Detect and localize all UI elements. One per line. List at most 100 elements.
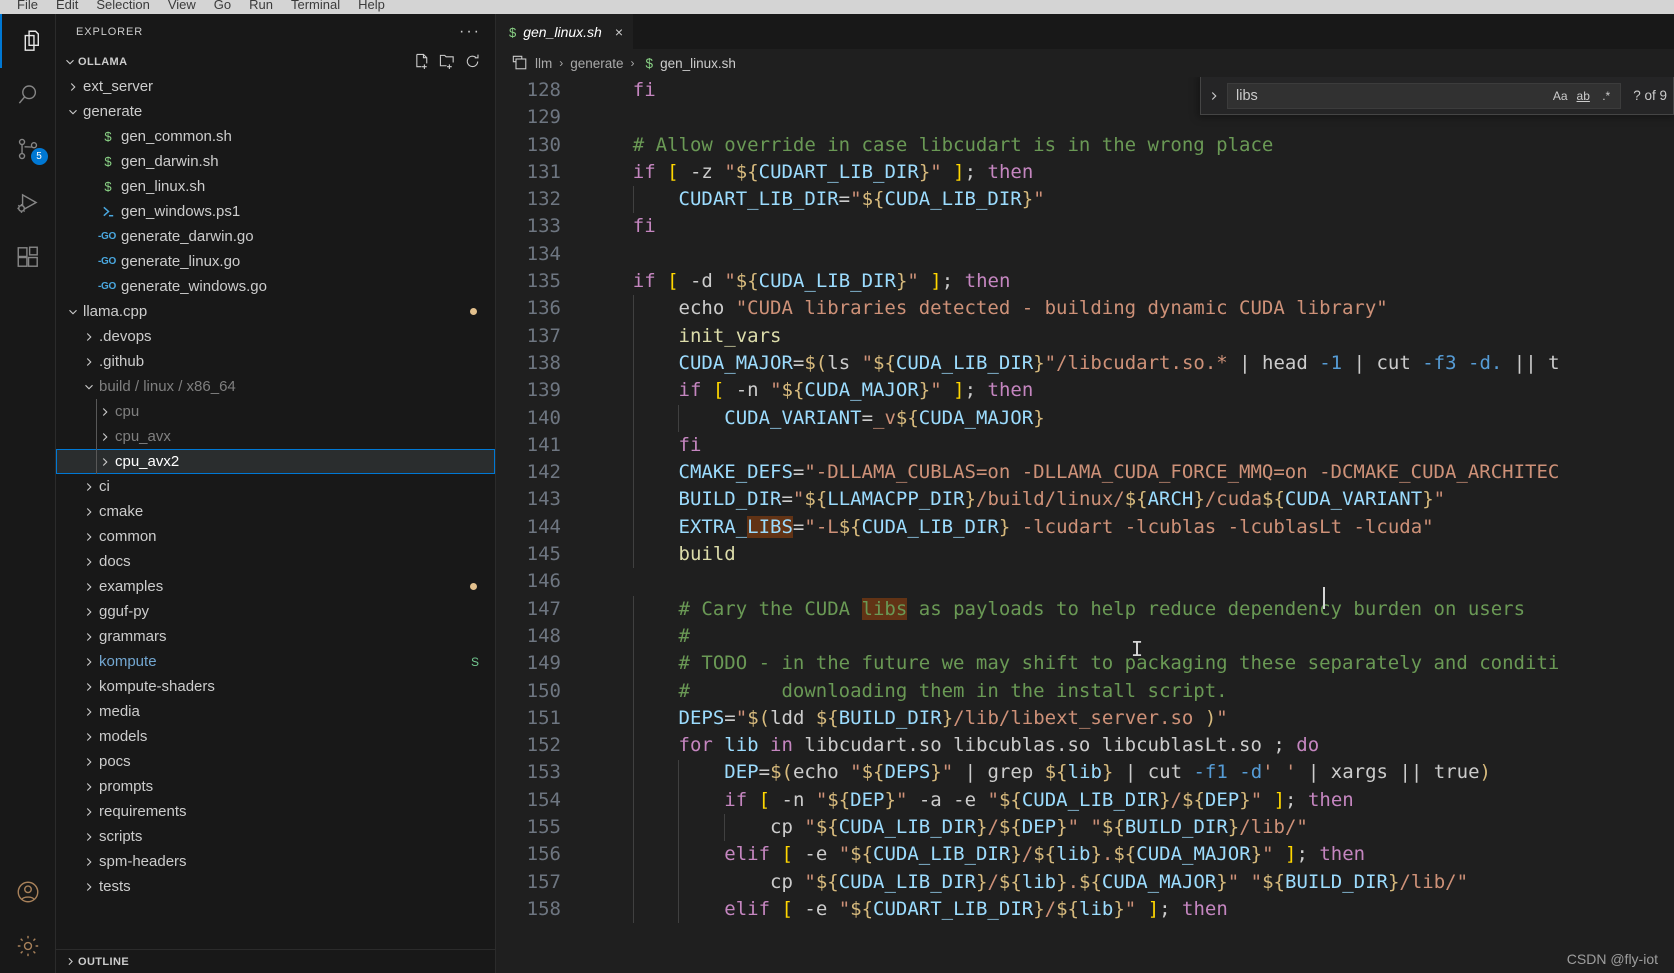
- tree-file-row[interactable]: -GO generate_darwin.go: [56, 224, 495, 249]
- tree-folder-row[interactable]: docs: [56, 549, 495, 574]
- code-line[interactable]: 144 EXTRA_LIBS="-L${CUDA_LIB_DIR} -lcuda…: [497, 514, 1674, 541]
- code-line[interactable]: 137 init_vars: [497, 323, 1674, 350]
- breadcrumb-file[interactable]: gen_linux.sh: [653, 56, 738, 71]
- chevron-right-icon[interactable]: [80, 580, 97, 594]
- tree-folder-row[interactable]: models: [56, 724, 495, 749]
- new-folder-icon[interactable]: [436, 51, 458, 73]
- menu-item-selection[interactable]: Selection: [87, 0, 158, 11]
- tree-folder-row[interactable]: spm-headers: [56, 849, 495, 874]
- chevron-right-icon[interactable]: [96, 430, 113, 444]
- match-whole-word-toggle[interactable]: ab: [1572, 86, 1594, 106]
- code-line[interactable]: 141 fi: [497, 432, 1674, 459]
- activitybar-item-search[interactable]: [0, 68, 56, 122]
- chevron-right-icon[interactable]: [96, 455, 113, 469]
- activitybar-item-accounts[interactable]: [0, 865, 56, 919]
- menu-item-view[interactable]: View: [159, 0, 205, 11]
- chevron-right-icon[interactable]: [80, 680, 97, 694]
- chevron-right-icon[interactable]: [80, 755, 97, 769]
- chevron-right-icon[interactable]: [96, 405, 113, 419]
- menu-item-run[interactable]: Run: [240, 0, 282, 11]
- tree-folder-row[interactable]: .github: [56, 349, 495, 374]
- activitybar-item-source-control[interactable]: 5: [0, 122, 56, 176]
- tree-folder-row[interactable]: ci: [56, 474, 495, 499]
- chevron-right-icon[interactable]: [80, 355, 97, 369]
- tree-folder-row[interactable]: cpu: [56, 399, 495, 424]
- use-regex-toggle[interactable]: .*: [1595, 86, 1617, 106]
- tree-folder-row[interactable]: llama.cpp: [56, 299, 495, 324]
- menu-item-file[interactable]: File: [8, 0, 47, 11]
- tree-folder-row[interactable]: gguf-py: [56, 599, 495, 624]
- code-line[interactable]: 130 # Allow override in case libcudart i…: [497, 132, 1674, 159]
- tree-folder-row[interactable]: kompute S: [56, 649, 495, 674]
- menu-item-help[interactable]: Help: [349, 0, 394, 11]
- code-line[interactable]: 132 CUDART_LIB_DIR="${CUDA_LIB_DIR}": [497, 186, 1674, 213]
- tree-file-row[interactable]: gen_windows.ps1: [56, 199, 495, 224]
- chevron-right-icon[interactable]: [80, 655, 97, 669]
- tree-folder-row[interactable]: build / linux / x86_64: [56, 374, 495, 399]
- code-line[interactable]: 148 #: [497, 623, 1674, 650]
- refresh-icon[interactable]: [461, 51, 483, 73]
- tree-folder-row[interactable]: cmake: [56, 499, 495, 524]
- outline-section-header[interactable]: OUTLINE: [56, 949, 495, 973]
- file-tree[interactable]: ext_server generate $ gen_common.sh $ gen_dar…: [56, 74, 495, 949]
- code-line[interactable]: 146: [497, 568, 1674, 595]
- tab-gen_linux-sh[interactable]: $ gen_linux.sh ×: [497, 14, 634, 49]
- tree-folder-row[interactable]: .devops: [56, 324, 495, 349]
- tree-file-row[interactable]: $ gen_common.sh: [56, 124, 495, 149]
- close-icon[interactable]: ×: [615, 25, 623, 39]
- tree-folder-row[interactable]: requirements: [56, 799, 495, 824]
- tree-folder-row[interactable]: pocs: [56, 749, 495, 774]
- tree-folder-row[interactable]: generate: [56, 99, 495, 124]
- chevron-right-icon[interactable]: [80, 880, 97, 894]
- chevron-down-icon[interactable]: [64, 305, 81, 319]
- tree-file-row[interactable]: -GO generate_linux.go: [56, 249, 495, 274]
- tree-folder-row[interactable]: media: [56, 699, 495, 724]
- chevron-right-icon[interactable]: [80, 505, 97, 519]
- menu-item-edit[interactable]: Edit: [47, 0, 87, 11]
- find-widget[interactable]: Aa ab .* ? of 9: [1200, 77, 1674, 115]
- menu-item-terminal[interactable]: Terminal: [282, 0, 349, 11]
- chevron-right-icon[interactable]: [80, 480, 97, 494]
- activitybar-item-run-and-debug[interactable]: [0, 176, 56, 230]
- chevron-down-icon[interactable]: [80, 380, 97, 394]
- match-case-toggle[interactable]: Aa: [1549, 86, 1571, 106]
- chevron-right-icon[interactable]: [80, 705, 97, 719]
- tree-folder-row[interactable]: examples: [56, 574, 495, 599]
- code-line[interactable]: 151 DEPS="$(ldd ${BUILD_DIR}/lib/libext_…: [497, 705, 1674, 732]
- find-input-wrapper[interactable]: Aa ab .*: [1227, 82, 1622, 109]
- breadcrumb-item-0[interactable]: llm: [533, 56, 554, 71]
- activitybar-item-settings[interactable]: [0, 919, 56, 973]
- tree-file-row[interactable]: -GO generate_windows.go: [56, 274, 495, 299]
- code-line[interactable]: 134: [497, 241, 1674, 268]
- code-line[interactable]: 136 echo "CUDA libraries detected - buil…: [497, 295, 1674, 322]
- chevron-right-icon[interactable]: [80, 330, 97, 344]
- chevron-right-icon[interactable]: [80, 630, 97, 644]
- code-line[interactable]: 147 # Cary the CUDA libs as payloads to …: [497, 596, 1674, 623]
- code-line[interactable]: 140 CUDA_VARIANT=_v${CUDA_MAJOR}: [497, 405, 1674, 432]
- tree-folder-row[interactable]: scripts: [56, 824, 495, 849]
- code-line[interactable]: 145 build: [497, 541, 1674, 568]
- code-line[interactable]: 143 BUILD_DIR="${LLAMACPP_DIR}/build/lin…: [497, 486, 1674, 513]
- code-line[interactable]: 153 DEP=$(echo "${DEPS}" | grep ${lib} |…: [497, 759, 1674, 786]
- chevron-right-icon[interactable]: [80, 530, 97, 544]
- code-line[interactable]: 150 # downloading them in the install sc…: [497, 678, 1674, 705]
- tree-file-row[interactable]: $ gen_darwin.sh: [56, 149, 495, 174]
- code-line[interactable]: 139 if [ -n "${CUDA_MAJOR}" ]; then: [497, 377, 1674, 404]
- chevron-right-icon[interactable]: [80, 605, 97, 619]
- tree-folder-row[interactable]: prompts: [56, 774, 495, 799]
- split-editor-icon[interactable]: [507, 55, 533, 71]
- chevron-right-icon[interactable]: [80, 555, 97, 569]
- explorer-root-section[interactable]: OLLAMA: [56, 49, 495, 74]
- code-line[interactable]: 155 cp "${CUDA_LIB_DIR}/${DEP}" "${BUILD…: [497, 814, 1674, 841]
- chevron-right-icon[interactable]: [64, 80, 81, 94]
- activitybar-item-explorer[interactable]: [0, 14, 56, 68]
- tree-folder-row[interactable]: grammars: [56, 624, 495, 649]
- tree-folder-row[interactable]: tests: [56, 874, 495, 899]
- code-line[interactable]: 133 fi: [497, 213, 1674, 240]
- code-line[interactable]: 158 elif [ -e "${CUDART_LIB_DIR}/${lib}"…: [497, 896, 1674, 923]
- activitybar-item-extensions[interactable]: [0, 230, 56, 284]
- breadcrumb-item-1[interactable]: generate: [568, 56, 625, 71]
- tree-folder-row[interactable]: kompute-shaders: [56, 674, 495, 699]
- code-line[interactable]: 154 if [ -n "${DEP}" -a -e "${CUDA_LIB_D…: [497, 787, 1674, 814]
- tree-folder-row[interactable]: cpu_avx2: [56, 449, 495, 474]
